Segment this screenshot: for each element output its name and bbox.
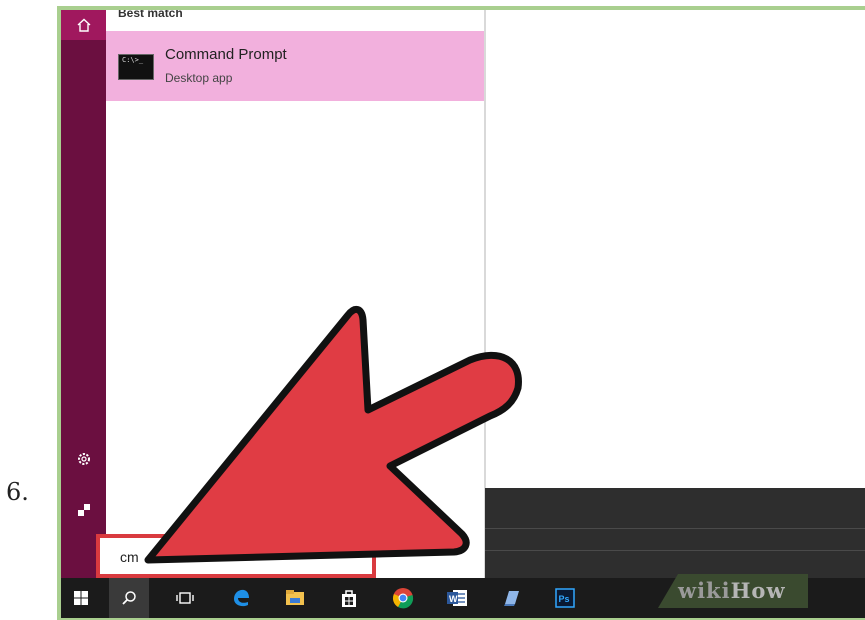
arrow-shape xyxy=(144,305,522,564)
pointer-arrow xyxy=(144,305,522,564)
